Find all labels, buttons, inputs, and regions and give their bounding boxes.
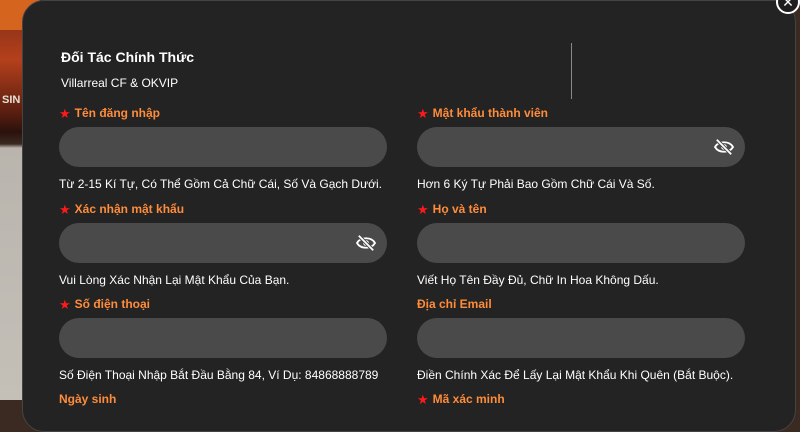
background-text: SIN — [2, 94, 21, 106]
confirm-password-input-wrapper — [59, 223, 387, 263]
password-hint: Hơn 6 Ký Tự Phải Bao Gồm Chữ Cái Và Số. — [417, 177, 655, 191]
required-star-icon: ★ — [417, 201, 429, 217]
username-input[interactable] — [59, 127, 387, 167]
username-label-row: ★ Tên đăng nhập — [59, 105, 387, 121]
password-field-group: ★ Mật khẩu thành viên Hơn 6 Ký Tự Phải B… — [417, 105, 745, 191]
username-hint: Từ 2-15 Kí Tự, Có Thể Gồm Cả Chữ Cái, Số… — [59, 177, 383, 191]
header-divider — [571, 43, 572, 99]
email-label-row: Địa chỉ Email — [417, 296, 745, 312]
password-input[interactable] — [417, 127, 745, 167]
required-star-icon: ★ — [59, 105, 71, 121]
username-field-group: ★ Tên đăng nhập Từ 2-15 Kí Tự, Có Thể Gồ… — [59, 105, 387, 191]
phone-input-wrapper — [59, 318, 387, 358]
confirm-password-label: Xác nhận mật khẩu — [74, 202, 185, 216]
email-hint: Điền Chính Xác Để Lấy Lại Mật Khẩu Khi Q… — [417, 368, 734, 382]
full-name-input[interactable] — [417, 223, 745, 263]
phone-hint: Số Điện Thoại Nhập Bắt Đầu Bằng 84, Ví D… — [59, 368, 379, 382]
confirm-password-input[interactable] — [59, 223, 387, 263]
password-input-wrapper — [417, 127, 745, 167]
required-star-icon: ★ — [417, 105, 429, 121]
full-name-label-row: ★ Họ và tên — [417, 201, 745, 217]
required-star-icon: ★ — [59, 201, 71, 217]
partner-subtitle: Villarreal CF & OKVIP — [61, 76, 179, 90]
required-star-icon: ★ — [59, 296, 71, 312]
phone-label: Số điện thoại — [74, 297, 150, 311]
email-input-wrapper — [417, 318, 745, 358]
required-star-icon: ★ — [417, 391, 429, 407]
email-field-group: Địa chỉ Email Điền Chính Xác Để Lấy Lại … — [417, 296, 745, 382]
birthday-label-row: Ngày sinh — [59, 391, 387, 407]
email-input[interactable] — [417, 318, 745, 358]
phone-label-row: ★ Số điện thoại — [59, 296, 387, 312]
full-name-hint: Viết Họ Tên Đầy Đủ, Chữ In Hoa Không Dấu… — [417, 273, 659, 287]
password-label: Mật khẩu thành viên — [432, 106, 549, 120]
captcha-label: Mã xác minh — [432, 392, 505, 406]
birthday-field-group: Ngày sinh — [59, 391, 387, 407]
confirm-password-label-row: ★ Xác nhận mật khẩu — [59, 201, 387, 217]
captcha-field-group: ★ Mã xác minh — [417, 391, 745, 407]
page-title: Đối Tác Chính Thức — [61, 49, 195, 65]
confirm-password-field-group: ★ Xác nhận mật khẩu Vui Lòng Xác Nhận Lạ… — [59, 201, 387, 287]
full-name-field-group: ★ Họ và tên Viết Họ Tên Đầy Đủ, Chữ In H… — [417, 201, 745, 287]
password-label-row: ★ Mật khẩu thành viên — [417, 105, 745, 121]
username-label: Tên đăng nhập — [74, 106, 160, 120]
eye-slash-icon[interactable] — [355, 234, 377, 252]
registration-modal: Đối Tác Chính Thức Villarreal CF & OKVIP… — [22, 0, 796, 432]
birthday-label: Ngày sinh — [59, 392, 117, 406]
username-input-wrapper — [59, 127, 387, 167]
full-name-label: Họ và tên — [432, 202, 487, 216]
close-icon: ✕ — [782, 0, 794, 10]
email-label: Địa chỉ Email — [417, 297, 492, 311]
phone-input[interactable] — [59, 318, 387, 358]
eye-slash-icon[interactable] — [713, 138, 735, 156]
full-name-input-wrapper — [417, 223, 745, 263]
confirm-password-hint: Vui Lòng Xác Nhận Lại Mật Khẩu Của Bạn. — [59, 273, 290, 287]
phone-field-group: ★ Số điện thoại Số Điện Thoại Nhập Bắt Đ… — [59, 296, 387, 382]
captcha-label-row: ★ Mã xác minh — [417, 391, 745, 407]
